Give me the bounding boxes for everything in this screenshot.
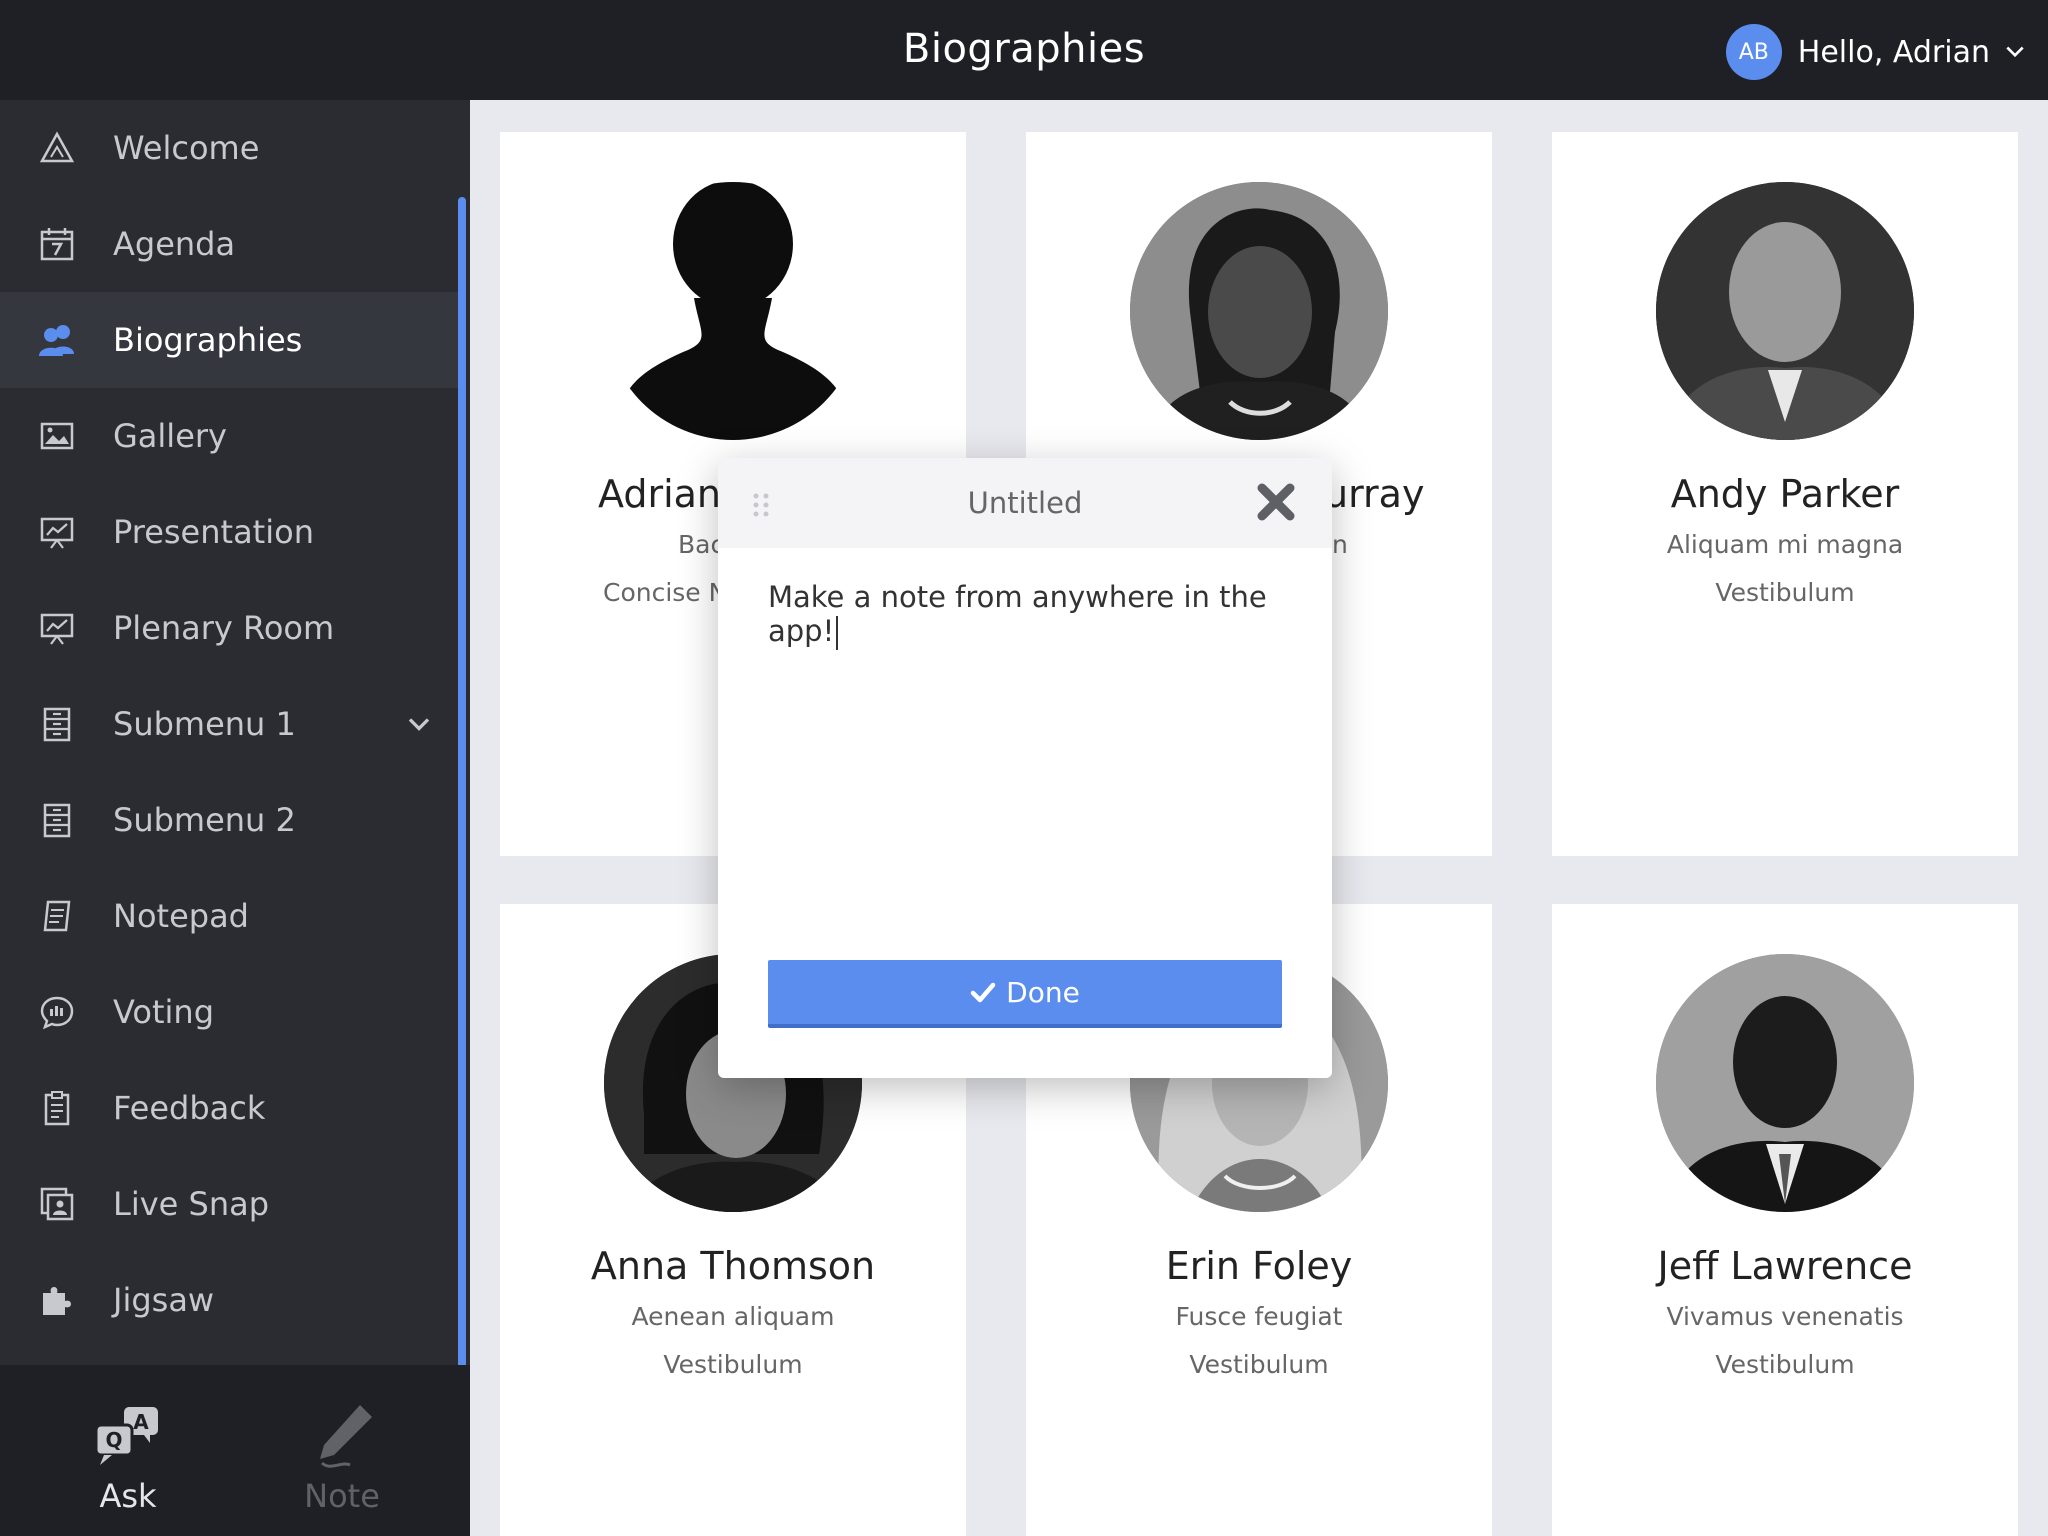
sidebar-item-label: Welcome xyxy=(113,129,260,167)
sidebar-item-notepad[interactable]: Notepad xyxy=(0,868,458,964)
sidebar-item-label: Jigsaw xyxy=(113,1281,215,1319)
sidebar-footer: A Q Ask Note xyxy=(0,1365,470,1536)
puzzle-icon xyxy=(38,1281,76,1319)
cabinet-icon xyxy=(38,801,76,839)
bio-name: Jeff Lawrence xyxy=(1657,1244,1913,1288)
sidebar-item-feedback[interactable]: Feedback xyxy=(0,1060,458,1156)
bio-card-jeff-lawrence[interactable]: Jeff Lawrence Vivamus venenatis Vestibul… xyxy=(1552,904,2018,1536)
sidebar-item-label: Biographies xyxy=(113,321,303,359)
note-label: Note xyxy=(304,1477,380,1515)
bio-role: Fusce feugiat xyxy=(1175,1302,1343,1331)
done-button[interactable]: Done xyxy=(768,960,1282,1028)
pencil-icon xyxy=(320,1405,372,1468)
chevron-down-icon xyxy=(2006,46,2024,58)
bio-name: Adrian xyxy=(598,472,721,516)
sidebar-item-label: Notepad xyxy=(113,897,249,935)
user-greeting: Hello, Adrian xyxy=(1797,34,1990,70)
avatar: AB xyxy=(1725,24,1782,80)
sidebar-item-jigsaw[interactable]: Jigsaw xyxy=(0,1252,458,1348)
sidebar-nav: Welcome Agenda Biographies Gallery Prese… xyxy=(0,100,458,1348)
sidebar-item-label: Plenary Room xyxy=(113,609,335,647)
bio-organization: Vestibulum xyxy=(1189,1350,1329,1379)
bio-role: Aliquam mi magna xyxy=(1666,530,1904,559)
sidebar-item-biographies[interactable]: Biographies xyxy=(0,292,458,388)
note-textarea[interactable]: Make a note from anywhere in the app! xyxy=(768,580,1288,650)
sidebar-item-voting[interactable]: Voting xyxy=(0,964,458,1060)
ask-label: Ask xyxy=(99,1477,157,1515)
voting-icon xyxy=(38,993,76,1031)
sidebar-item-label: Gallery xyxy=(113,417,227,455)
bio-role: Vivamus venenatis xyxy=(1666,1302,1904,1331)
note-dialog: Untitled Make a note from anywhere in th… xyxy=(718,458,1332,1078)
profile-photo xyxy=(1130,182,1388,440)
bio-name: urray xyxy=(1324,472,1425,516)
sidebar-item-label: Submenu 2 xyxy=(113,801,296,839)
presentation-icon xyxy=(38,609,76,647)
sidebar-item-presentation[interactable]: Presentation xyxy=(0,484,458,580)
note-button[interactable]: Note xyxy=(242,1365,442,1536)
sidebar-item-label: Voting xyxy=(113,993,215,1031)
bio-card-andy-parker[interactable]: Andy Parker Aliquam mi magna Vestibulum xyxy=(1552,132,2018,856)
profile-photo xyxy=(1656,954,1914,1212)
done-label: Done xyxy=(1006,975,1080,1009)
sidebar-item-label: Agenda xyxy=(113,225,236,263)
chevron-down-icon[interactable] xyxy=(404,709,434,739)
sidebar-item-plenary-room[interactable]: Plenary Room xyxy=(0,580,458,676)
svg-text:Q: Q xyxy=(105,1428,122,1452)
bio-organization: Vestibulum xyxy=(1715,578,1855,607)
presentation-icon xyxy=(38,513,76,551)
sidebar-item-submenu-1[interactable]: Submenu 1 xyxy=(0,676,458,772)
sidebar-item-submenu-2[interactable]: Submenu 2 xyxy=(0,772,458,868)
live-snap-icon xyxy=(38,1185,76,1223)
calendar-icon xyxy=(38,225,76,263)
sidebar: Welcome Agenda Biographies Gallery Prese… xyxy=(0,100,470,1536)
cabinet-icon xyxy=(38,705,76,743)
user-menu[interactable]: AB Hello, Adrian xyxy=(1725,24,2026,80)
people-icon xyxy=(38,321,76,359)
ask-button[interactable]: A Q Ask xyxy=(28,1365,228,1536)
sidebar-item-label: Presentation xyxy=(113,513,314,551)
note-title[interactable]: Untitled xyxy=(718,486,1332,520)
svg-text:A: A xyxy=(133,1410,149,1434)
welcome-icon xyxy=(38,129,76,167)
bio-role: Aenean aliquam xyxy=(631,1302,835,1331)
qa-icon: A Q xyxy=(94,1407,158,1465)
sidebar-item-agenda[interactable]: Agenda xyxy=(0,196,458,292)
bio-organization: Vestibulum xyxy=(1715,1350,1855,1379)
sidebar-item-gallery[interactable]: Gallery xyxy=(0,388,458,484)
sidebar-item-label: Submenu 1 xyxy=(113,705,296,743)
top-bar: Biographies AB Hello, Adrian xyxy=(0,0,2048,100)
profile-photo xyxy=(1656,182,1914,440)
bio-name: Erin Foley xyxy=(1165,1244,1353,1288)
bio-organization: Vestibulum xyxy=(663,1350,803,1379)
gallery-icon xyxy=(38,417,76,455)
sidebar-item-label: Feedback xyxy=(113,1089,266,1127)
notepad-icon xyxy=(38,897,76,935)
bio-name: Andy Parker xyxy=(1670,472,1900,516)
bio-organization: Concise N xyxy=(603,578,728,607)
checkmark-icon xyxy=(970,982,996,1003)
sidebar-item-label: Live Snap xyxy=(113,1185,270,1223)
note-dialog-header[interactable]: Untitled xyxy=(718,458,1332,548)
sidebar-item-welcome[interactable]: Welcome xyxy=(0,100,458,196)
bio-name: Anna Thomson xyxy=(590,1244,876,1288)
sidebar-scrollbar[interactable] xyxy=(458,197,466,1457)
bio-role: n xyxy=(1332,530,1348,559)
profile-silhouette xyxy=(604,182,862,440)
sidebar-item-live-snap[interactable]: Live Snap xyxy=(0,1156,458,1252)
close-icon[interactable] xyxy=(1254,480,1298,524)
clipboard-icon xyxy=(38,1089,76,1127)
